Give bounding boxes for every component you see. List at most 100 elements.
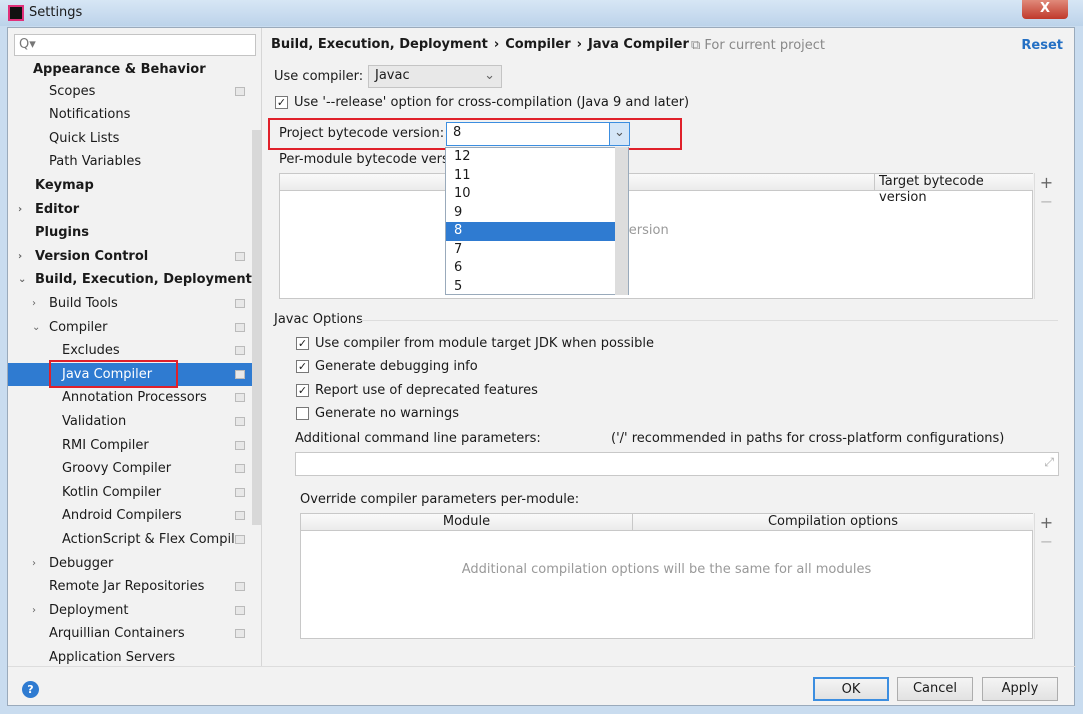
- crumb: Build, Execution, Deployment: [271, 37, 488, 52]
- cancel-button[interactable]: Cancel: [897, 677, 973, 701]
- target-bytecode-column[interactable]: Target bytecode version: [874, 174, 1033, 205]
- sidebar-item-label: Debugger: [49, 555, 114, 571]
- remove-button[interactable]: −: [1035, 532, 1058, 551]
- help-button[interactable]: ?: [22, 681, 39, 698]
- sidebar-item-label: Version Control: [35, 248, 149, 264]
- project-config-icon: [235, 417, 245, 426]
- table-toolbar: + −: [1034, 173, 1058, 299]
- title-bar: Settings X: [0, 0, 1083, 26]
- sidebar-item[interactable]: Path Variables: [8, 150, 252, 173]
- project-config-icon: [235, 346, 245, 356]
- sidebar-item-label: ActionScript & Flex Compile: [62, 532, 243, 547]
- dropdown-scrollbar[interactable]: [615, 147, 628, 295]
- crumb-sep: ›: [576, 37, 583, 52]
- release-checkbox[interactable]: ✓: [275, 96, 288, 109]
- chevron-right-icon[interactable]: ›: [32, 292, 36, 315]
- remove-button[interactable]: −: [1035, 192, 1058, 211]
- sidebar-item[interactable]: ⌄ Compiler: [8, 316, 252, 339]
- sidebar-item-label: Validation: [62, 414, 127, 429]
- sidebar-item[interactable]: Groovy Compiler: [8, 457, 252, 480]
- sidebar-item[interactable]: ⌄ Build, Execution, Deployment: [8, 268, 252, 291]
- search-input[interactable]: Q▾: [14, 34, 256, 56]
- bytecode-select[interactable]: 8 ⌄: [446, 122, 630, 146]
- sidebar-item-label: Notifications: [49, 107, 131, 123]
- dropdown-option[interactable]: 8: [446, 222, 628, 241]
- dropdown-option[interactable]: 11: [446, 167, 628, 186]
- sidebar-item-label: Kotlin Compiler: [62, 484, 162, 500]
- javac-option-label: Use compiler from module target JDK when…: [315, 336, 654, 351]
- sidebar-item[interactable]: Notifications: [8, 103, 252, 126]
- params-hint: ('/' recommended in paths for cross-plat…: [611, 431, 1005, 446]
- expand-icon[interactable]: ⤢: [1044, 455, 1054, 470]
- javac-option-label: Generate debugging info: [315, 359, 478, 375]
- intellij-logo-icon: [8, 5, 24, 21]
- sidebar-item[interactable]: › Build Tools: [8, 292, 252, 315]
- javac-option-checkbox[interactable]: ✓: [296, 337, 309, 350]
- project-config-icon: [235, 535, 245, 544]
- sidebar-item[interactable]: Annotation Processors: [8, 386, 252, 409]
- close-button[interactable]: X: [1022, 0, 1068, 19]
- sidebar-item[interactable]: Validation: [8, 410, 252, 433]
- compilation-options-column[interactable]: Compilation options: [632, 514, 1033, 531]
- project-config-icon: [235, 582, 245, 592]
- sidebar-item[interactable]: Kotlin Compiler: [8, 481, 252, 504]
- chevron-right-icon[interactable]: ›: [32, 552, 36, 575]
- add-button[interactable]: +: [1035, 513, 1058, 532]
- javac-option-checkbox[interactable]: ✓: [296, 383, 309, 397]
- project-config-icon: [235, 440, 245, 450]
- sidebar-item-label: Annotation Processors: [62, 390, 207, 406]
- dropdown-option[interactable]: 10: [446, 185, 628, 204]
- bytecode-value: 8: [453, 125, 462, 140]
- module-column[interactable]: Module: [301, 514, 632, 531]
- compiler-select[interactable]: Javac ⌄: [368, 65, 502, 88]
- dropdown-option[interactable]: 5: [446, 278, 628, 297]
- sidebar-item[interactable]: Plugins: [8, 221, 252, 244]
- compiler-value: Javac: [375, 68, 410, 83]
- sidebar-item-label: Keymap: [35, 178, 94, 193]
- chevron-right-icon[interactable]: ›: [18, 198, 22, 221]
- chevron-right-icon[interactable]: ›: [32, 599, 36, 622]
- reset-link[interactable]: Reset: [1021, 38, 1063, 53]
- project-config-icon: [235, 464, 245, 474]
- dropdown-option[interactable]: 6: [446, 259, 628, 278]
- javac-option-checkbox[interactable]: [296, 406, 309, 420]
- dropdown-option[interactable]: 12: [446, 148, 628, 167]
- sidebar-item[interactable]: Scopes: [8, 80, 252, 103]
- sidebar-item[interactable]: Quick Lists: [8, 127, 252, 150]
- sidebar-item[interactable]: Arquillian Containers: [8, 622, 252, 645]
- highlight-box: [49, 360, 178, 388]
- sidebar-item[interactable]: Appearance & Behavior: [8, 61, 252, 79]
- apply-button[interactable]: Apply: [982, 677, 1058, 701]
- sidebar-item[interactable]: Android Compilers: [8, 504, 252, 527]
- sidebar-item-label: Arquillian Containers: [49, 626, 185, 642]
- override-table: Module Compilation options Additional co…: [300, 513, 1033, 639]
- sidebar-item[interactable]: Remote Jar Repositories: [8, 575, 252, 598]
- per-module-table: Target bytecode version iled with projec…: [279, 173, 1033, 299]
- ok-button[interactable]: OK: [813, 677, 889, 701]
- sidebar-item[interactable]: › Editor: [8, 198, 252, 221]
- sidebar-item-label: Editor: [35, 201, 80, 217]
- add-button[interactable]: +: [1035, 173, 1058, 192]
- chevron-down-icon[interactable]: ⌄: [32, 316, 40, 339]
- chevron-down-icon[interactable]: ⌄: [609, 123, 629, 145]
- dropdown-option[interactable]: 7: [446, 241, 628, 260]
- crumb: Compiler: [505, 37, 571, 52]
- sidebar-item[interactable]: Keymap: [8, 174, 252, 197]
- sidebar-item[interactable]: ActionScript & Flex Compile: [8, 528, 252, 551]
- dropdown-option[interactable]: 9: [446, 204, 628, 223]
- release-label: Use '--release' option for cross-compila…: [294, 95, 690, 110]
- sidebar-item[interactable]: RMI Compiler: [8, 434, 252, 457]
- project-config-icon: [235, 299, 245, 308]
- scope-text: For current project: [704, 38, 826, 53]
- sidebar-item[interactable]: Excludes: [8, 339, 252, 362]
- javac-section-title: Javac Options: [274, 312, 363, 327]
- chevron-right-icon[interactable]: ›: [18, 245, 22, 268]
- sidebar-item-label: Remote Jar Repositories: [49, 579, 205, 595]
- chevron-down-icon[interactable]: ⌄: [18, 268, 26, 291]
- sidebar-item[interactable]: › Version Control: [8, 245, 252, 268]
- sidebar-item[interactable]: › Debugger: [8, 552, 252, 575]
- javac-option-checkbox[interactable]: ✓: [296, 360, 309, 374]
- params-input[interactable]: ⤢: [295, 452, 1059, 476]
- sidebar-item[interactable]: › Deployment: [8, 599, 252, 622]
- sidebar-scrollbar[interactable]: [252, 130, 261, 525]
